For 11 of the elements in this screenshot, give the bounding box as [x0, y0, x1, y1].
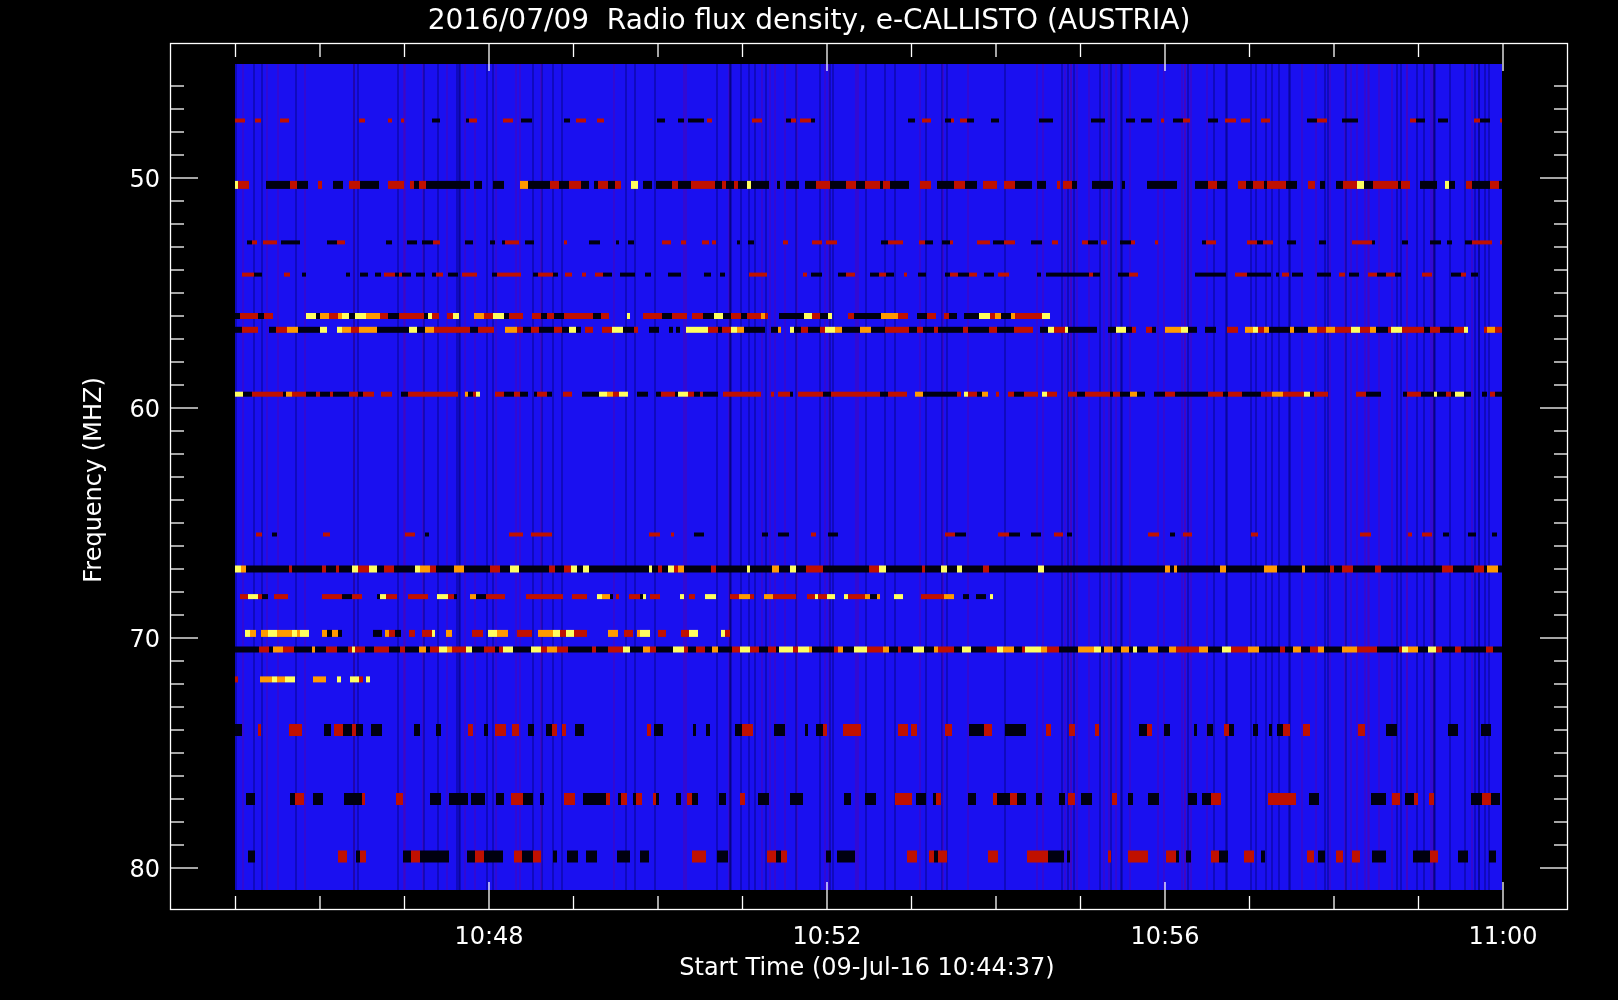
y-axis-label: Frequency (MHZ) — [79, 377, 107, 583]
x-axis-label: Start Time (09-Jul-16 10:44:37) — [679, 953, 1055, 981]
y-tick-label: 60 — [129, 395, 160, 423]
y-tick-label: 80 — [129, 855, 160, 883]
y-tick-label: 70 — [129, 625, 160, 653]
plot-title: 2016/07/09 Radio flux density, e-CALLISTO (AUSTRIA) — [427, 3, 1191, 36]
x-tick-label: 10:56 — [1130, 922, 1200, 950]
x-tick-label: 10:52 — [792, 922, 862, 950]
y-tick-label: 50 — [129, 165, 160, 193]
x-tick-label: 11:00 — [1468, 922, 1538, 950]
x-tick-label: 10:48 — [454, 922, 524, 950]
